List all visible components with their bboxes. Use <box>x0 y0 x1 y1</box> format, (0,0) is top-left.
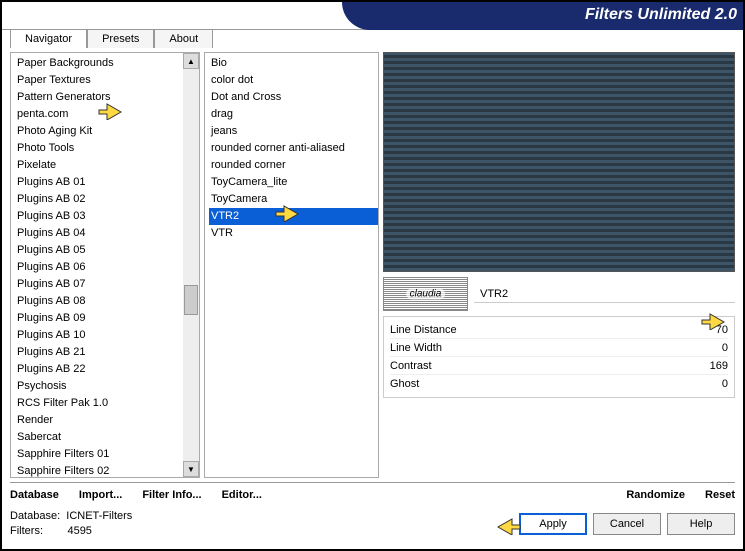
param-value: 70 <box>716 321 728 338</box>
filter-item[interactable]: VTR2 <box>209 208 378 225</box>
category-item[interactable]: Plugins AB 02 <box>15 191 183 208</box>
param-row[interactable]: Line Width 0 <box>390 339 728 357</box>
category-item[interactable]: Plugins AB 05 <box>15 242 183 259</box>
param-row[interactable]: Line Distance 70 <box>390 321 728 339</box>
filter-list: Biocolor dotDot and Crossdragjeansrounde… <box>204 52 379 478</box>
category-item[interactable]: Plugins AB 21 <box>15 344 183 361</box>
category-item[interactable]: Psychosis <box>15 378 183 395</box>
parameter-panel: Line Distance70Line Width0Contrast169Gho… <box>383 316 735 398</box>
reset-button[interactable]: Reset <box>705 489 735 501</box>
category-item[interactable]: Plugins AB 04 <box>15 225 183 242</box>
category-item[interactable]: Plugins AB 07 <box>15 276 183 293</box>
category-item[interactable]: Pixelate <box>15 157 183 174</box>
category-item[interactable]: Plugins AB 10 <box>15 327 183 344</box>
scroll-down-icon[interactable]: ▼ <box>183 461 199 477</box>
title-bar: Filters Unlimited 2.0 <box>2 2 743 30</box>
category-item[interactable]: Render <box>15 412 183 429</box>
category-list: Paper BackgroundsPaper TexturesPattern G… <box>10 52 200 478</box>
category-item[interactable]: Plugins AB 01 <box>15 174 183 191</box>
category-item[interactable]: Plugins AB 09 <box>15 310 183 327</box>
param-value: 0 <box>722 339 728 356</box>
filter-item[interactable]: Bio <box>209 55 378 72</box>
param-label: Contrast <box>390 357 432 374</box>
filter-item[interactable]: Dot and Cross <box>209 89 378 106</box>
filter-info-button[interactable]: Filter Info... <box>142 489 201 501</box>
editor-button[interactable]: Editor... <box>222 489 262 501</box>
filter-item[interactable]: jeans <box>209 123 378 140</box>
param-row[interactable]: Ghost 0 <box>390 375 728 393</box>
import-button[interactable]: Import... <box>79 489 122 501</box>
category-item[interactable]: RCS Filter Pak 1.0 <box>15 395 183 412</box>
category-item[interactable]: penta.com <box>15 106 183 123</box>
database-button[interactable]: Database <box>10 489 59 501</box>
cancel-button[interactable]: Cancel <box>593 513 661 535</box>
category-item[interactable]: Sapphire Filters 02 <box>15 463 183 477</box>
category-item[interactable]: Photo Aging Kit <box>15 123 183 140</box>
filter-item[interactable]: ToyCamera <box>209 191 378 208</box>
tab-about[interactable]: About <box>154 29 213 48</box>
app-title: Filters Unlimited 2.0 <box>585 6 737 24</box>
category-item[interactable]: Sapphire Filters 01 <box>15 446 183 463</box>
status-info: Database: ICNET-Filters Filters: 4595 <box>10 509 132 539</box>
param-value: 169 <box>710 357 728 374</box>
filter-item[interactable]: rounded corner <box>209 157 378 174</box>
param-label: Line Width <box>390 339 442 356</box>
category-item[interactable]: Plugins AB 22 <box>15 361 183 378</box>
category-item[interactable]: Paper Textures <box>15 72 183 89</box>
tab-strip: Navigator Presets About <box>2 29 743 48</box>
param-label: Ghost <box>390 375 419 393</box>
filter-item[interactable]: rounded corner anti-aliased <box>209 140 378 157</box>
category-item[interactable]: Plugins AB 06 <box>15 259 183 276</box>
filter-logo: claudia <box>383 277 468 311</box>
filter-item[interactable]: color dot <box>209 72 378 89</box>
randomize-button[interactable]: Randomize <box>626 489 685 501</box>
bottom-toolbar: Database Import... Filter Info... Editor… <box>10 482 735 501</box>
tab-navigator[interactable]: Navigator <box>10 29 87 48</box>
category-item[interactable]: Pattern Generators <box>15 89 183 106</box>
category-item[interactable]: Plugins AB 08 <box>15 293 183 310</box>
filter-item[interactable]: VTR <box>209 225 378 242</box>
filter-title: VTR2 <box>474 285 735 303</box>
category-item[interactable]: Plugins AB 03 <box>15 208 183 225</box>
preview-panel <box>383 52 735 272</box>
category-item[interactable]: Paper Backgrounds <box>15 55 183 72</box>
help-button[interactable]: Help <box>667 513 735 535</box>
apply-button[interactable]: Apply <box>519 513 587 535</box>
filter-item[interactable]: ToyCamera_lite <box>209 174 378 191</box>
tab-presets[interactable]: Presets <box>87 29 154 48</box>
category-item[interactable]: Photo Tools <box>15 140 183 157</box>
filter-item[interactable]: drag <box>209 106 378 123</box>
param-value: 0 <box>722 375 728 393</box>
param-row[interactable]: Contrast 169 <box>390 357 728 375</box>
scroll-up-icon[interactable]: ▲ <box>183 53 199 69</box>
param-label: Line Distance <box>390 321 457 338</box>
scroll-thumb[interactable] <box>184 285 198 315</box>
category-item[interactable]: Sabercat <box>15 429 183 446</box>
scrollbar[interactable]: ▲ ▼ <box>183 53 199 477</box>
